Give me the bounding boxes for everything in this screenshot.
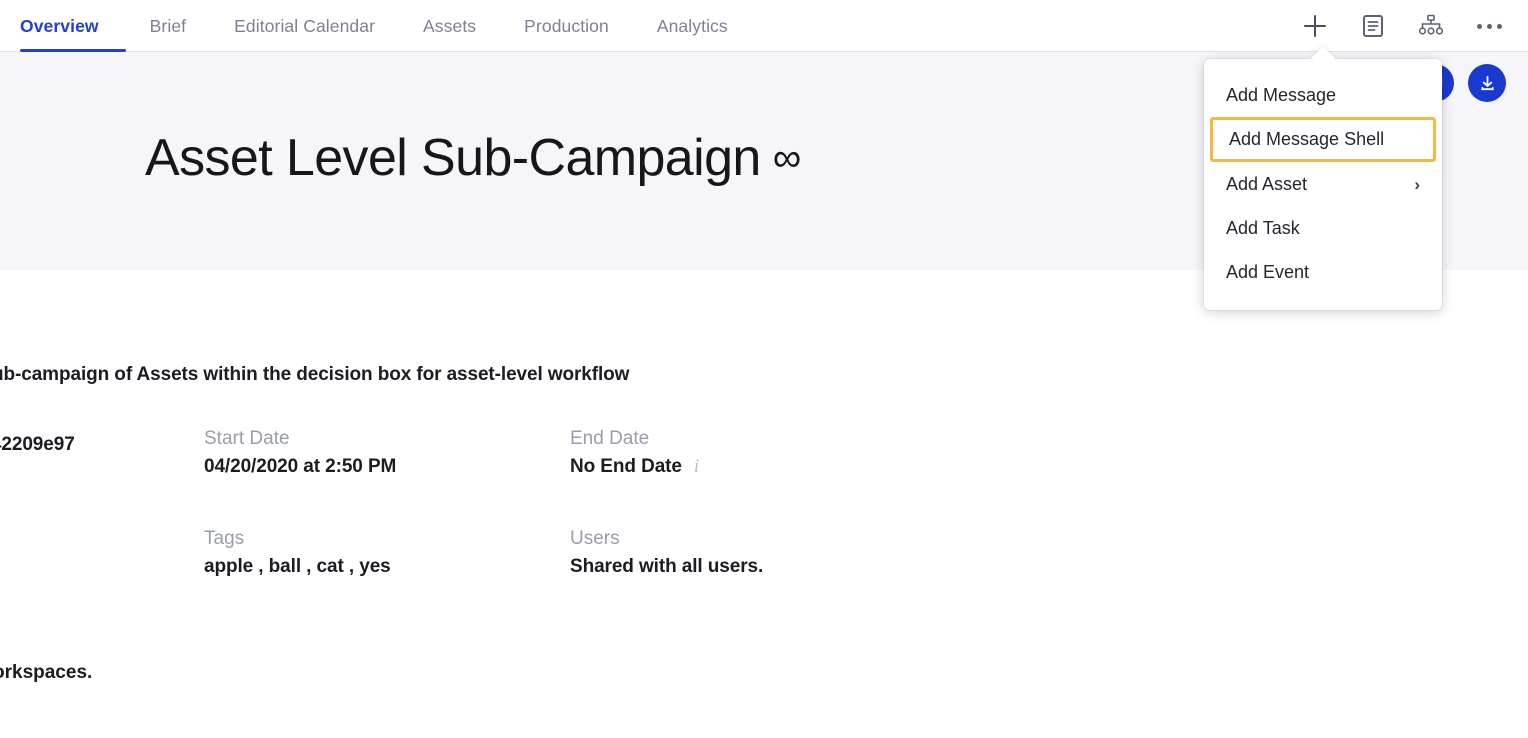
document-icon[interactable]	[1356, 9, 1390, 43]
end-date-value: No End Date	[570, 456, 682, 477]
field-label: Tags	[204, 528, 245, 549]
ellipsis-icon[interactable]	[1472, 9, 1506, 43]
menu-item-label: Add Event	[1226, 261, 1310, 282]
start-date-value: 04/20/2020 at 2:50 PM	[204, 456, 397, 477]
menu-item-add-asset[interactable]: Add Asset ›	[1204, 162, 1442, 206]
plus-icon[interactable]	[1298, 9, 1332, 43]
infinity-icon: ∞	[772, 136, 802, 180]
toolbar-actions	[1298, 0, 1528, 52]
field-end-date: End Date No End Date i	[570, 428, 970, 528]
menu-item-label: Add Message	[1226, 84, 1337, 105]
menu-item-add-task[interactable]: Add Task	[1204, 206, 1442, 250]
tab-analytics[interactable]: Analytics	[633, 0, 752, 52]
campaign-id-value: 2342209e97	[0, 434, 75, 455]
workspaces-note: orkspaces.	[0, 662, 93, 683]
tab-editorial-calendar[interactable]: Editorial Calendar	[210, 0, 399, 52]
dot	[1496, 23, 1502, 29]
dot	[1476, 23, 1482, 29]
users-value: Shared with all users.	[570, 556, 764, 577]
menu-item-add-message-shell[interactable]: Add Message Shell	[1210, 117, 1436, 162]
add-dropdown-list: Add Message Add Message Shell Add Asset › Ad…	[1204, 73, 1442, 294]
field-label: Start Date	[204, 428, 290, 449]
menu-item-label: Add Asset	[1226, 173, 1308, 194]
tags-value: apple , ball , cat , yes	[204, 556, 391, 577]
field-tags: Tags apple , ball , cat , yes	[204, 528, 570, 628]
add-dropdown-menu: Add Message Add Message Shell Add Asset › Ad…	[1204, 59, 1442, 310]
detail-fields: 2342209e97 Start Date 04/20/2020 at 2:50…	[0, 428, 1528, 628]
field-start-date: Start Date 04/20/2020 at 2:50 PM	[204, 428, 570, 528]
tab-brief[interactable]: Brief	[126, 0, 210, 52]
overview-content: ub-campaign of Assets within the decisio…	[0, 270, 1528, 738]
tab-production[interactable]: Production	[500, 0, 633, 52]
field-value: Shared with all users.	[570, 556, 970, 578]
field-campaign-id: 2342209e97	[0, 428, 204, 528]
field-value: 04/20/2020 at 2:50 PM	[204, 456, 570, 478]
campaign-description: ub-campaign of Assets within the decisio…	[0, 364, 630, 385]
menu-item-add-event[interactable]: Add Event	[1204, 250, 1442, 294]
menu-item-label: Add Task	[1226, 217, 1300, 238]
field-label: Users	[570, 528, 620, 549]
field-label: End Date	[570, 428, 650, 449]
field-users: Users Shared with all users.	[570, 528, 970, 628]
page-title-text: Asset Level Sub-Campaign	[145, 129, 761, 187]
detail-row-2: Tags apple , ball , cat , yes Users Shar…	[0, 528, 1528, 628]
field-value: 2342209e97	[0, 434, 204, 456]
menu-item-add-message[interactable]: Add Message	[1204, 73, 1442, 117]
tab-list: Overview Brief Editorial Calendar Assets Pro…	[0, 0, 752, 52]
top-tab-bar: Overview Brief Editorial Calendar Assets Pro…	[0, 0, 1528, 52]
field-value: apple , ball , cat , yes	[204, 556, 570, 578]
chevron-right-icon: ›	[1414, 174, 1420, 194]
page-title: Asset Level Sub-Campaign ∞	[145, 128, 801, 188]
ellipsis-dots	[1476, 23, 1502, 29]
tab-assets[interactable]: Assets	[399, 0, 500, 52]
tab-overview[interactable]: Overview	[20, 0, 126, 52]
download-fab[interactable]	[1468, 64, 1506, 102]
menu-item-label: Add Message Shell	[1229, 129, 1385, 149]
hierarchy-icon[interactable]	[1414, 9, 1448, 43]
dot	[1486, 23, 1492, 29]
info-icon[interactable]: i	[694, 456, 699, 478]
field-value: No End Date i	[570, 456, 970, 478]
field-blank	[0, 528, 204, 628]
detail-row-1: 2342209e97 Start Date 04/20/2020 at 2:50…	[0, 428, 1528, 528]
